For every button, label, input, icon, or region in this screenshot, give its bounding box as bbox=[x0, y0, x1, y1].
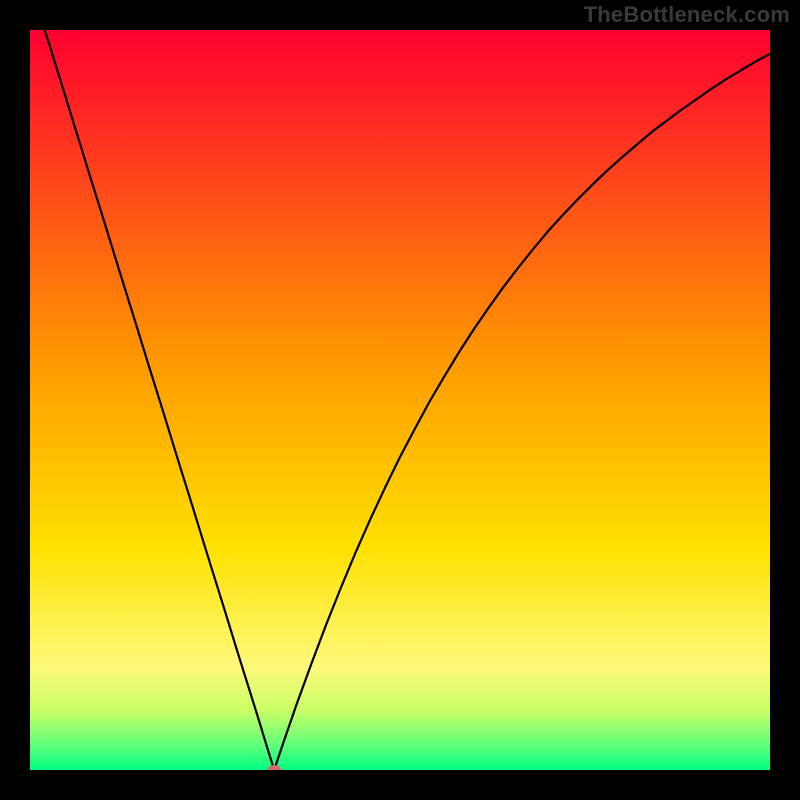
bottleneck-chart bbox=[30, 30, 770, 770]
gradient-background bbox=[30, 30, 770, 770]
plot-area bbox=[30, 30, 770, 770]
watermark-text: TheBottleneck.com bbox=[584, 2, 790, 28]
chart-frame: TheBottleneck.com bbox=[0, 0, 800, 800]
